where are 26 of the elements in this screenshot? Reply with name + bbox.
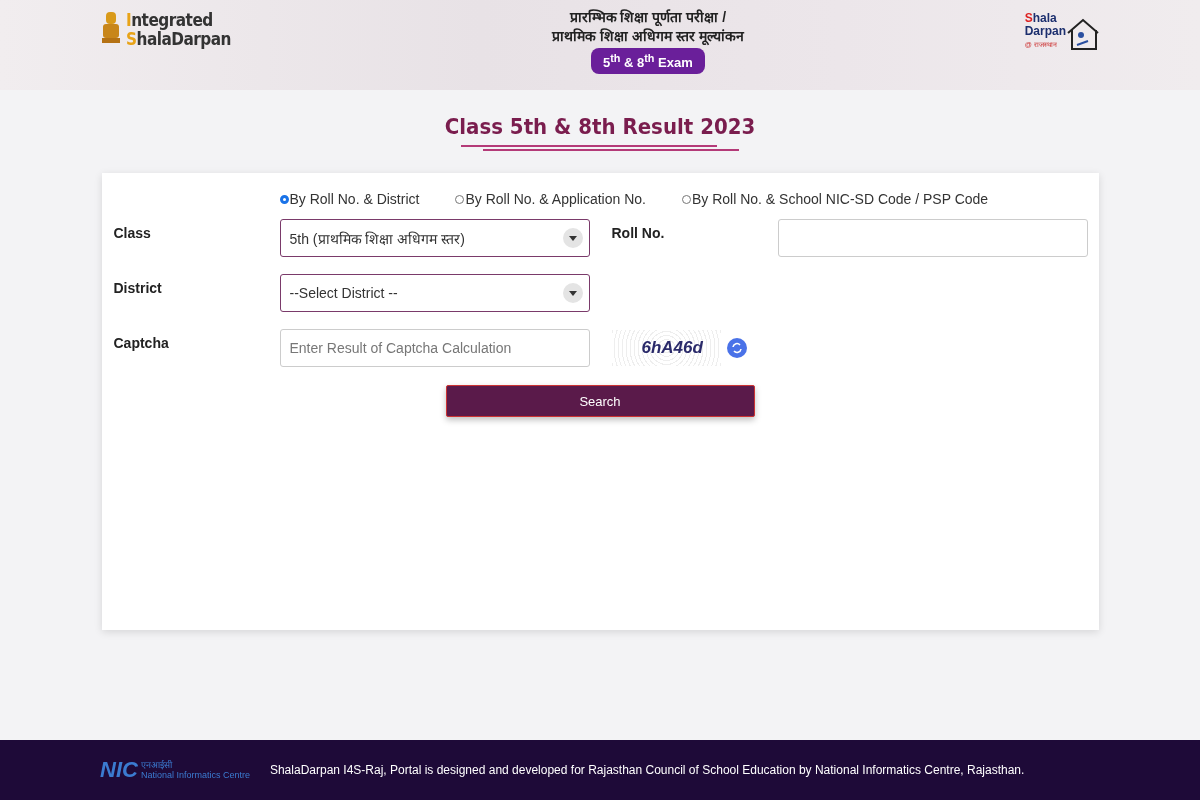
logo-text: Shala <box>1024 12 1058 25</box>
class-select[interactable]: 5th (प्राथमिक शिक्षा अधिगम स्तर) <box>279 219 590 257</box>
footer-text: ShalaDarpan I4S-Raj, Portal is designed and developed for Rajasthan Council of School Education by National Informatics Centre, Rajasthan. <box>269 763 1025 777</box>
captcha-field[interactable]: Enter Result of Captcha Calculation <box>279 329 590 367</box>
logo-text: ShalaDarpan <box>126 30 231 49</box>
field-label: Captcha <box>113 334 170 353</box>
captcha-image: 6hA46d <box>611 330 721 366</box>
caret-icon <box>562 283 583 303</box>
field-label: Class <box>113 224 152 243</box>
roll-number-field[interactable] <box>777 219 1088 257</box>
refresh-icon[interactable] <box>726 338 747 358</box>
house-icon <box>1066 17 1100 51</box>
caret-icon <box>562 228 583 248</box>
logo-text: Darpan <box>1024 25 1066 38</box>
banner-heading: प्राथमिक शिक्षा अधिगम स्तर मूल्यांकन <box>552 27 744 46</box>
banner-heading: प्रारम्भिक शिक्षा पूर्णता परीक्षा / <box>569 8 727 27</box>
search-mode-radio[interactable]: By Roll No. & District <box>279 191 420 207</box>
field-label: Roll No. <box>611 224 666 243</box>
search-button[interactable]: Search <box>445 385 755 417</box>
exam-badge: 5$^{th}$ & 8$^{th}$ Exam <box>590 48 705 75</box>
search-mode-radio[interactable]: By Roll No. & School NIC-SD Code / PSP Code <box>681 191 989 207</box>
page-title: Class 5th & 8th Result 2023 <box>444 114 756 139</box>
search-mode-radio[interactable]: By Roll No. & Application No. <box>455 191 646 207</box>
logo-text: Integrated <box>126 11 214 30</box>
district-select[interactable]: --Select District -- <box>279 274 590 312</box>
field-label: District <box>113 279 163 298</box>
